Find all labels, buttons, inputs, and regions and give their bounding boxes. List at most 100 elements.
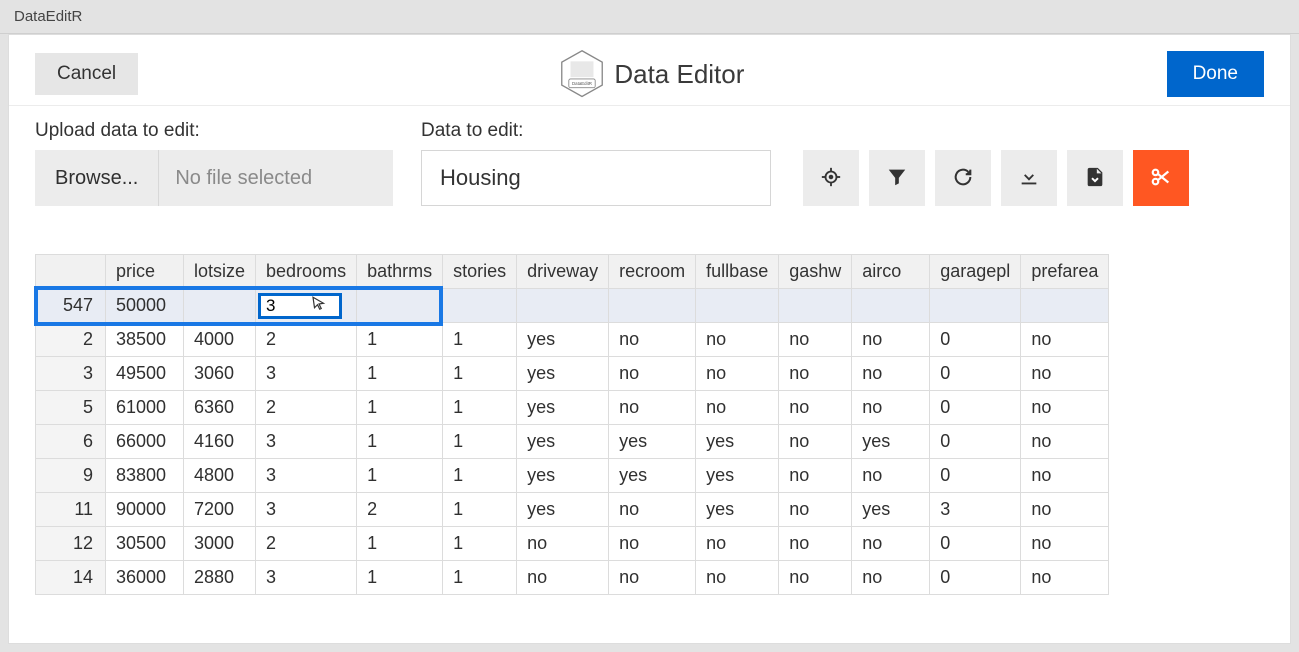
cell-bathrms[interactable]: 1: [357, 459, 443, 493]
cell-fullbase[interactable]: yes: [696, 425, 779, 459]
col-airco[interactable]: airco: [852, 255, 930, 289]
cell-empty[interactable]: [357, 289, 443, 323]
cell-empty[interactable]: [779, 289, 852, 323]
cell-bedrooms[interactable]: 2: [256, 323, 357, 357]
cell-empty[interactable]: [1021, 289, 1109, 323]
cell-bedrooms-editing[interactable]: [256, 289, 357, 323]
cell-lotsize[interactable]: 4800: [184, 459, 256, 493]
cell-garagepl[interactable]: 0: [930, 425, 1021, 459]
cell-gashw[interactable]: no: [779, 561, 852, 595]
cell-empty[interactable]: [517, 289, 609, 323]
cell-recroom[interactable]: no: [609, 391, 696, 425]
cell-bedrooms[interactable]: 3: [256, 357, 357, 391]
cell-prefarea[interactable]: no: [1021, 459, 1109, 493]
col-stories[interactable]: stories: [443, 255, 517, 289]
rownum-cell[interactable]: 14: [36, 561, 106, 595]
cell-bathrms[interactable]: 1: [357, 425, 443, 459]
cell-stories[interactable]: 1: [443, 391, 517, 425]
save-button[interactable]: [1067, 150, 1123, 206]
rownum-header[interactable]: [36, 255, 106, 289]
cell-fullbase[interactable]: no: [696, 357, 779, 391]
cell-lotsize[interactable]: 4000: [184, 323, 256, 357]
cell-garagepl[interactable]: 0: [930, 391, 1021, 425]
col-garagepl[interactable]: garagepl: [930, 255, 1021, 289]
cell-stories[interactable]: 1: [443, 425, 517, 459]
cell-fullbase[interactable]: no: [696, 323, 779, 357]
cell-driveway[interactable]: yes: [517, 323, 609, 357]
cell-airco[interactable]: no: [852, 459, 930, 493]
cell-driveway[interactable]: yes: [517, 357, 609, 391]
cell-stories[interactable]: 1: [443, 357, 517, 391]
cell-gashw[interactable]: no: [779, 323, 852, 357]
cell-empty[interactable]: [443, 289, 517, 323]
cell-prefarea[interactable]: no: [1021, 493, 1109, 527]
cell-airco[interactable]: yes: [852, 425, 930, 459]
cell-recroom[interactable]: no: [609, 561, 696, 595]
cell-stories[interactable]: 1: [443, 493, 517, 527]
col-fullbase[interactable]: fullbase: [696, 255, 779, 289]
cell-stories[interactable]: 1: [443, 527, 517, 561]
cell-empty[interactable]: [852, 289, 930, 323]
cell-driveway[interactable]: no: [517, 527, 609, 561]
rownum-cell[interactable]: 9: [36, 459, 106, 493]
cell-airco[interactable]: no: [852, 323, 930, 357]
cell-recroom[interactable]: yes: [609, 425, 696, 459]
done-button[interactable]: Done: [1167, 51, 1264, 97]
cell-garagepl[interactable]: 0: [930, 561, 1021, 595]
table-row[interactable]: 2385004000211yesnononono0no: [36, 323, 1109, 357]
cell-lotsize[interactable]: [184, 289, 256, 323]
col-bedrooms[interactable]: bedrooms: [256, 255, 357, 289]
rownum-cell[interactable]: 12: [36, 527, 106, 561]
cell-stories[interactable]: 1: [443, 561, 517, 595]
cut-button[interactable]: [1133, 150, 1189, 206]
cell-airco[interactable]: no: [852, 357, 930, 391]
download-button[interactable]: [1001, 150, 1057, 206]
col-recroom[interactable]: recroom: [609, 255, 696, 289]
cell-bathrms[interactable]: 1: [357, 323, 443, 357]
col-driveway[interactable]: driveway: [517, 255, 609, 289]
cell-airco[interactable]: yes: [852, 493, 930, 527]
cell-price[interactable]: 49500: [106, 357, 184, 391]
cell-garagepl[interactable]: 0: [930, 527, 1021, 561]
cell-recroom[interactable]: no: [609, 527, 696, 561]
cell-stories[interactable]: 1: [443, 459, 517, 493]
cell-bedrooms[interactable]: 2: [256, 527, 357, 561]
table-row[interactable]: 5610006360211yesnononono0no: [36, 391, 1109, 425]
cell-stories[interactable]: 1: [443, 323, 517, 357]
cell-garagepl[interactable]: 0: [930, 459, 1021, 493]
table-row[interactable]: 14360002880311nonononono0no: [36, 561, 1109, 595]
rownum-cell[interactable]: 6: [36, 425, 106, 459]
cell-prefarea[interactable]: no: [1021, 527, 1109, 561]
cell-price[interactable]: 30500: [106, 527, 184, 561]
cell-bathrms[interactable]: 1: [357, 527, 443, 561]
cell-fullbase[interactable]: no: [696, 527, 779, 561]
cell-price[interactable]: 61000: [106, 391, 184, 425]
rownum-cell[interactable]: 5: [36, 391, 106, 425]
cell-gashw[interactable]: no: [779, 527, 852, 561]
cell-bedrooms[interactable]: 3: [256, 425, 357, 459]
cell-bedrooms[interactable]: 2: [256, 391, 357, 425]
filter-button[interactable]: [869, 150, 925, 206]
cell-empty[interactable]: [930, 289, 1021, 323]
data-table[interactable]: pricelotsizebedroomsbathrmsstoriesdrivew…: [35, 254, 1109, 595]
cell-bedrooms[interactable]: 3: [256, 459, 357, 493]
cell-bathrms[interactable]: 1: [357, 357, 443, 391]
cell-airco[interactable]: no: [852, 391, 930, 425]
cell-garagepl[interactable]: 3: [930, 493, 1021, 527]
cell-price[interactable]: 36000: [106, 561, 184, 595]
browse-button[interactable]: Browse...: [35, 150, 159, 206]
cell-empty[interactable]: [609, 289, 696, 323]
cell-bedrooms[interactable]: 3: [256, 561, 357, 595]
data-name-input[interactable]: [421, 150, 771, 206]
cell-driveway[interactable]: yes: [517, 493, 609, 527]
cell-prefarea[interactable]: no: [1021, 561, 1109, 595]
cell-gashw[interactable]: no: [779, 459, 852, 493]
cell-gashw[interactable]: no: [779, 425, 852, 459]
cell-garagepl[interactable]: 0: [930, 323, 1021, 357]
cell-recroom[interactable]: yes: [609, 459, 696, 493]
table-row-active[interactable]: 54750000: [36, 289, 1109, 323]
cell-fullbase[interactable]: yes: [696, 459, 779, 493]
cell-lotsize[interactable]: 3000: [184, 527, 256, 561]
cell-gashw[interactable]: no: [779, 391, 852, 425]
cell-fullbase[interactable]: yes: [696, 493, 779, 527]
